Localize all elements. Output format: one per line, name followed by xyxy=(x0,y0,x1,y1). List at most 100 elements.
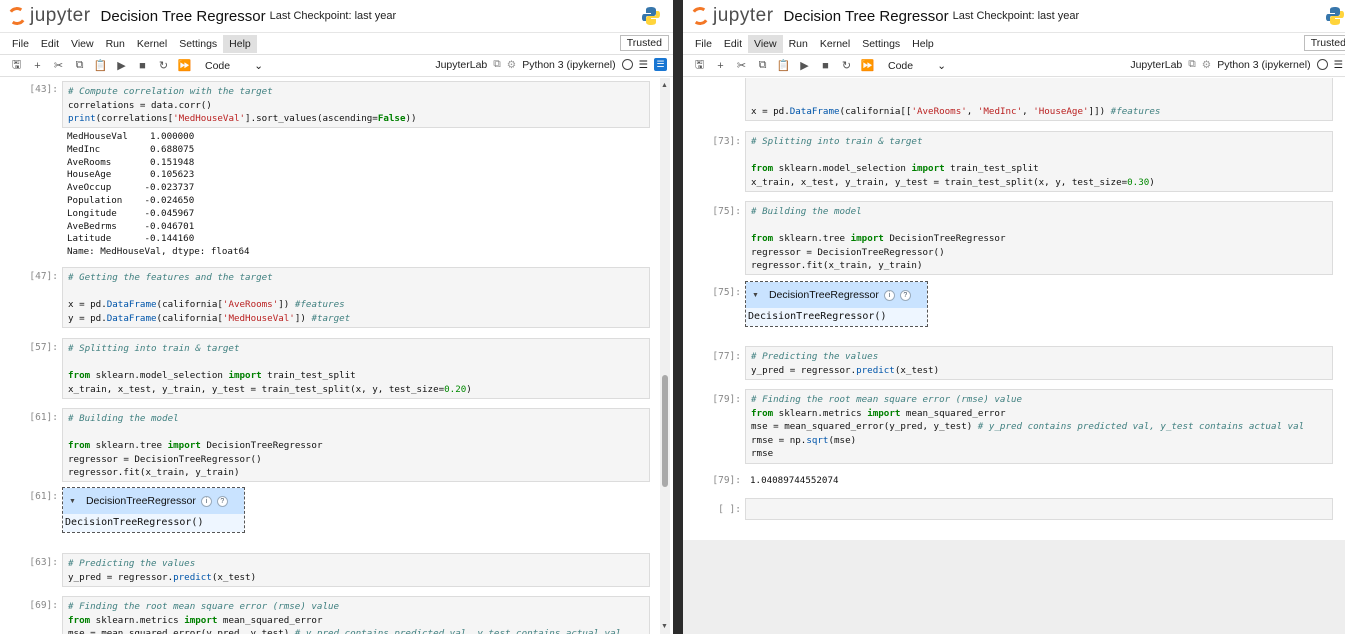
cell-type-select[interactable]: Code ⌄ xyxy=(888,60,946,72)
menu-file[interactable]: File xyxy=(689,35,718,53)
cut-icon[interactable]: ✂ xyxy=(731,59,752,72)
property-inspector-icon[interactable]: ☰ xyxy=(654,58,667,71)
trusted-indicator[interactable]: Trusted xyxy=(619,35,669,51)
code-cell-input[interactable]: # Getting the features and the target x … xyxy=(62,267,650,328)
estimator-widget[interactable]: ▼ DecisionTreeRegressor i? DecisionTreeReg… xyxy=(62,487,245,533)
empty-code-cell[interactable] xyxy=(745,498,1333,520)
run-icon[interactable]: ▶ xyxy=(111,59,132,72)
estimator-repr: DecisionTreeRegressor() xyxy=(746,308,927,326)
code-cell-input[interactable]: # Building the model from sklearn.tree i… xyxy=(745,201,1333,275)
cell-prompt: [63]: xyxy=(29,557,58,568)
checkpoint-status: Last Checkpoint: last year xyxy=(952,10,1080,22)
jupyter-logo-icon xyxy=(6,5,28,27)
jupyter-logo-icon xyxy=(689,5,711,27)
restart-icon[interactable]: ↻ xyxy=(836,59,857,72)
code-cell-input[interactable]: # Finding the root mean square error (rm… xyxy=(745,389,1333,464)
gear-icon[interactable]: ⚙ xyxy=(1202,59,1211,71)
kernel-name[interactable]: Python 3 (ipykernel) xyxy=(1217,59,1310,71)
vertical-scrollbar[interactable]: ▲ ▼ xyxy=(660,78,670,634)
menu-settings[interactable]: Settings xyxy=(173,35,223,53)
menu-run[interactable]: Run xyxy=(100,35,131,53)
add-cell-icon[interactable]: + xyxy=(710,60,731,72)
code-cell-input[interactable]: # Predicting the values y_pred = regress… xyxy=(62,553,650,587)
estimator-repr: DecisionTreeRegressor() xyxy=(63,514,244,532)
stop-icon[interactable]: ■ xyxy=(815,60,836,72)
help-icon[interactable]: ? xyxy=(899,289,911,301)
copy-icon[interactable]: ⧉ xyxy=(69,59,90,72)
menu-run[interactable]: Run xyxy=(783,35,814,53)
rmse-output: 1.04089744552074 xyxy=(750,475,839,486)
estimator-widget[interactable]: ▼ DecisionTreeRegressor i? DecisionTreeReg… xyxy=(745,281,928,327)
menu-view[interactable]: View xyxy=(65,35,100,53)
cell-type-value: Code xyxy=(205,59,231,72)
jupyterlab-link[interactable]: JupyterLab xyxy=(435,59,487,71)
code-cell-input[interactable]: # Splitting into train & target from skl… xyxy=(745,131,1333,192)
python-logo-icon xyxy=(642,7,660,25)
menu-edit[interactable]: Edit xyxy=(35,35,65,53)
triangle-down-icon[interactable]: ▼ xyxy=(69,498,76,505)
menu-help[interactable]: Help xyxy=(223,34,257,53)
add-cell-icon[interactable]: + xyxy=(27,60,48,72)
cell-prompt: [69]: xyxy=(29,600,58,611)
menu-bar: File Edit View Run Kernel Settings Help … xyxy=(0,33,673,55)
code-cell-input[interactable]: # Building the model from sklearn.tree i… xyxy=(62,408,650,482)
scroll-down-icon[interactable]: ▼ xyxy=(661,623,668,630)
restart-icon[interactable]: ↻ xyxy=(153,59,174,72)
stop-icon[interactable]: ■ xyxy=(132,60,153,72)
scroll-thumb[interactable] xyxy=(662,375,668,487)
menu-file[interactable]: File xyxy=(6,35,35,53)
cell-prompt: [61]: xyxy=(29,412,58,423)
scroll-up-icon[interactable]: ▲ xyxy=(661,82,668,89)
python-logo-icon xyxy=(1326,7,1344,25)
code-cell-input[interactable]: x = pd.DataFrame(california[['AveRooms',… xyxy=(745,78,1333,121)
notebook-empty-area xyxy=(683,540,1345,634)
logo-text: jupyter xyxy=(713,5,774,26)
cell-prompt: [ ]: xyxy=(718,504,741,515)
menu-lines-icon[interactable]: ☰ xyxy=(1334,59,1343,71)
chevron-down-icon: ⌄ xyxy=(937,59,946,72)
code-cell-input[interactable]: # Predicting the values y_pred = regress… xyxy=(745,346,1333,380)
copy-icon[interactable]: ⧉ xyxy=(752,59,773,72)
notebook-window-left: jupyter Decision Tree Regressor Last Che… xyxy=(0,0,673,634)
run-icon[interactable]: ▶ xyxy=(794,59,815,72)
code-cell-input[interactable]: # Splitting into train & target from skl… xyxy=(62,338,650,399)
gear-icon[interactable]: ⚙ xyxy=(507,59,516,71)
save-icon[interactable]: 🖫 xyxy=(689,56,710,75)
menu-help[interactable]: Help xyxy=(906,35,940,53)
menu-kernel[interactable]: Kernel xyxy=(131,35,173,53)
estimator-name: DecisionTreeRegressor xyxy=(85,495,196,507)
fast-forward-icon[interactable]: ⏩ xyxy=(174,59,195,72)
info-icon[interactable]: i xyxy=(883,289,895,301)
logo-text: jupyter xyxy=(30,5,91,26)
jupyter-logo[interactable]: jupyter xyxy=(689,5,784,27)
help-icon[interactable]: ? xyxy=(216,495,228,507)
code-cell-input[interactable]: # Compute correlation with the target co… xyxy=(62,81,650,128)
menu-lines-icon[interactable]: ☰ xyxy=(639,59,648,71)
jupyterlab-link[interactable]: JupyterLab xyxy=(1130,59,1182,71)
paste-icon[interactable]: 📋 xyxy=(773,59,794,72)
triangle-down-icon[interactable]: ▼ xyxy=(752,292,759,299)
menu-view[interactable]: View xyxy=(748,34,783,53)
cell-type-select[interactable]: Code ⌄ xyxy=(205,60,263,72)
notebook-title[interactable]: Decision Tree Regressor xyxy=(101,8,266,25)
kernel-name[interactable]: Python 3 (ipykernel) xyxy=(522,59,615,71)
external-link-icon: ⧉ xyxy=(493,58,501,70)
cell-prompt: [79]: xyxy=(712,394,741,405)
trusted-indicator[interactable]: Trusted xyxy=(1303,35,1345,51)
cut-icon[interactable]: ✂ xyxy=(48,59,69,72)
notebook-title[interactable]: Decision Tree Regressor xyxy=(784,8,949,25)
paste-icon[interactable]: 📋 xyxy=(90,59,111,72)
menu-kernel[interactable]: Kernel xyxy=(814,35,856,53)
cell-prompt: [47]: xyxy=(29,271,58,282)
notebook-window-right: jupyter Decision Tree Regressor Last Che… xyxy=(683,0,1345,634)
info-icon[interactable]: i xyxy=(200,495,212,507)
code-cell-input[interactable]: # Finding the root mean square error (rm… xyxy=(62,596,650,634)
save-icon[interactable]: 🖫 xyxy=(6,56,27,75)
cell-prompt: [73]: xyxy=(712,136,741,147)
fast-forward-icon[interactable]: ⏩ xyxy=(857,59,878,72)
kernel-status-icon xyxy=(621,59,633,70)
jupyter-logo[interactable]: jupyter xyxy=(6,5,101,27)
menu-settings[interactable]: Settings xyxy=(856,35,906,53)
menu-edit[interactable]: Edit xyxy=(718,35,748,53)
cell-prompt: [75]: xyxy=(712,287,741,298)
